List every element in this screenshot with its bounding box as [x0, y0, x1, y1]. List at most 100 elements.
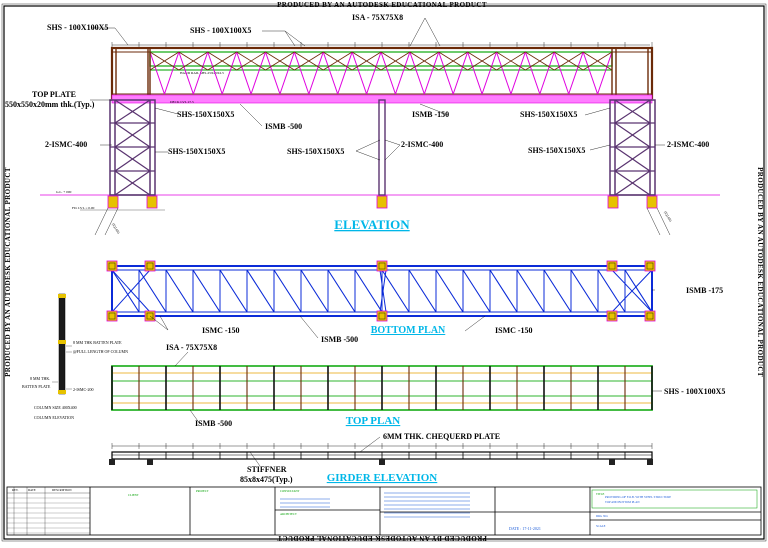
ground-level-note: G.L. + 000 — [56, 190, 72, 194]
label-shs100-left: SHS - 100X100X5 — [47, 23, 108, 32]
heading-elevation: ELEVATION — [334, 217, 410, 232]
heading-bottom-plan: BOTTOM PLAN — [371, 325, 446, 336]
truss-diagonal — [163, 51, 180, 95]
svg-text:DATE : 17-11-2021: DATE : 17-11-2021 — [509, 526, 541, 531]
truss-diagonal — [539, 51, 555, 95]
right-tower — [607, 99, 658, 209]
plan-diagonal — [381, 269, 410, 313]
label-batten-3: 8 MM THK. — [30, 376, 50, 381]
truss-diagonal — [394, 51, 411, 95]
plan-diagonal — [111, 269, 140, 313]
plan-diagonal — [597, 269, 626, 313]
girder-support — [609, 459, 615, 465]
truss-diagonal — [293, 51, 310, 95]
truss-diagonal — [236, 51, 252, 95]
truss-diagonal — [265, 51, 281, 95]
truss-diagonal — [524, 51, 541, 95]
girder-dimension-ticks — [111, 443, 653, 449]
column-node-plate — [376, 260, 388, 272]
title-block: REV. DATE DESCRIPTION CLIENT PROJECT CON… — [6, 486, 762, 536]
svg-text:(E)1450: (E)1450 — [111, 223, 120, 235]
plan-diagonal — [300, 269, 329, 313]
right-base-plate-2 — [646, 195, 658, 209]
label-isa75-mid: ISA - 75X75X8 — [166, 343, 217, 352]
svg-text:TOP AND BOTTOM PLAN: TOP AND BOTTOM PLAN — [605, 500, 640, 504]
column-node-plate — [606, 260, 618, 272]
truss-diagonal — [582, 51, 599, 95]
svg-text:ARCHITECT: ARCHITECT — [280, 512, 297, 516]
plan-diagonal — [570, 269, 599, 313]
truss-diagonal — [322, 51, 339, 95]
label-batten-4: BATTEN PLATE — [22, 384, 51, 389]
plan-diagonal — [273, 269, 302, 313]
label-top-plate-1: TOP PLATE — [32, 90, 76, 99]
svg-text:CLIENT: CLIENT — [128, 493, 139, 497]
truss-diagonal — [568, 51, 584, 95]
left-base-plate-1 — [107, 195, 119, 209]
svg-text:PROVIDING OF F.O.B. WITH STEEL: PROVIDING OF F.O.B. WITH STEEL STRUCTURE — [605, 495, 671, 499]
girder-support — [147, 459, 153, 465]
top-plan-cross-members — [111, 366, 653, 410]
plan-diagonal — [165, 269, 194, 313]
column-node-plate — [644, 310, 656, 322]
label-shs150-e: SHS-150X150X5 — [528, 146, 585, 155]
label-top-plate-2: 550x550x20mm thk.(Typ.) — [5, 100, 95, 109]
foundation-level-note: FD. LVL = 0.00 — [72, 206, 95, 210]
truss-diagonal — [438, 51, 454, 95]
right-base-plate-1 — [607, 195, 619, 209]
label-shs150-a: SHS-150X150X5 — [177, 110, 234, 119]
truss-diagonal — [279, 51, 295, 95]
label-chequerd-plate: 6MM THK. CHEQUERD PLATE — [383, 432, 500, 441]
svg-text:DESCRIPTION: DESCRIPTION — [52, 488, 72, 492]
svg-text:PROJECT: PROJECT — [196, 489, 209, 493]
girder-support — [379, 459, 385, 465]
column-node-plate — [644, 260, 656, 272]
plan-diagonal — [624, 269, 653, 313]
label-ismb500-a: ISMB -500 — [265, 122, 302, 131]
watermark-right: PRODUCED BY AN AUTODESK EDUCATIONAL PROD… — [756, 167, 764, 377]
label-ismb150: ISMB -150 — [412, 110, 449, 119]
plan-diagonal — [192, 269, 221, 313]
label-batten-2: @FULL LENGTH OF COLUMN — [73, 349, 128, 354]
label-batten-1: 8 MM THK BATTEN PLATE — [73, 340, 122, 345]
label-ismb175: ISMB -175 — [686, 286, 723, 295]
deck-note: DECK LVL 27.5 — [170, 100, 194, 104]
watermark-top: PRODUCED BY AN AUTODESK EDUCATIONAL PROD… — [277, 1, 487, 9]
truss-diagonal — [366, 51, 382, 95]
truss-diagonal — [597, 51, 613, 95]
heading-top-plan: TOP PLAN — [346, 415, 401, 427]
truss-diagonal — [308, 51, 324, 95]
label-ismc200: 2-ISMC-200 — [73, 387, 93, 392]
top-plan-view: ISA - 75X75X8 SHS - 100X100X5 TOP PLAN — [111, 343, 725, 467]
column-node-plate — [106, 260, 118, 272]
truss-diagonal — [481, 51, 497, 95]
column-node-plate — [606, 310, 618, 322]
girder-support — [647, 459, 653, 465]
plan-diagonal — [138, 269, 167, 313]
truss-diagonal — [409, 51, 425, 95]
left-base-plate-2 — [146, 195, 158, 209]
girder-elevation-view: ISMB -500 6MM THK. CHEQUERD PLATE STIFFN… — [109, 419, 653, 484]
plan-diagonal — [543, 269, 572, 313]
cad-drawing: PRODUCED BY AN AUTODESK EDUCATIONAL PROD… — [1, 1, 767, 542]
label-ismc400-mid: 2-ISMC-400 — [401, 140, 443, 149]
middle-column-frame — [378, 99, 386, 196]
column-node-plate — [144, 260, 156, 272]
plan-diagonal — [408, 269, 437, 313]
label-isa75-top: ISA - 75X75X8 — [352, 13, 403, 22]
label-column-size: COLUMN SIZE 400X400 — [34, 405, 77, 410]
middle-column — [376, 99, 388, 209]
label-shs150-b: SHS-150X150X5 — [520, 110, 577, 119]
truss-diagonal — [496, 51, 512, 95]
plan-diagonal — [435, 269, 464, 313]
bottom-plan-bracing — [111, 269, 653, 313]
label-ismb500-c: ISMB -500 — [195, 419, 232, 428]
label-ismc150-right: ISMC -150 — [495, 326, 533, 335]
truss-diagonal — [149, 51, 165, 95]
label-shs100-right: SHS - 100X100X5 — [664, 387, 725, 396]
column-node-plate — [106, 310, 118, 322]
label-shs150-d: SHS-150X150X5 — [287, 147, 344, 156]
plan-diagonal — [327, 269, 356, 313]
plan-diagonal — [489, 269, 518, 313]
left-tower — [107, 99, 158, 209]
